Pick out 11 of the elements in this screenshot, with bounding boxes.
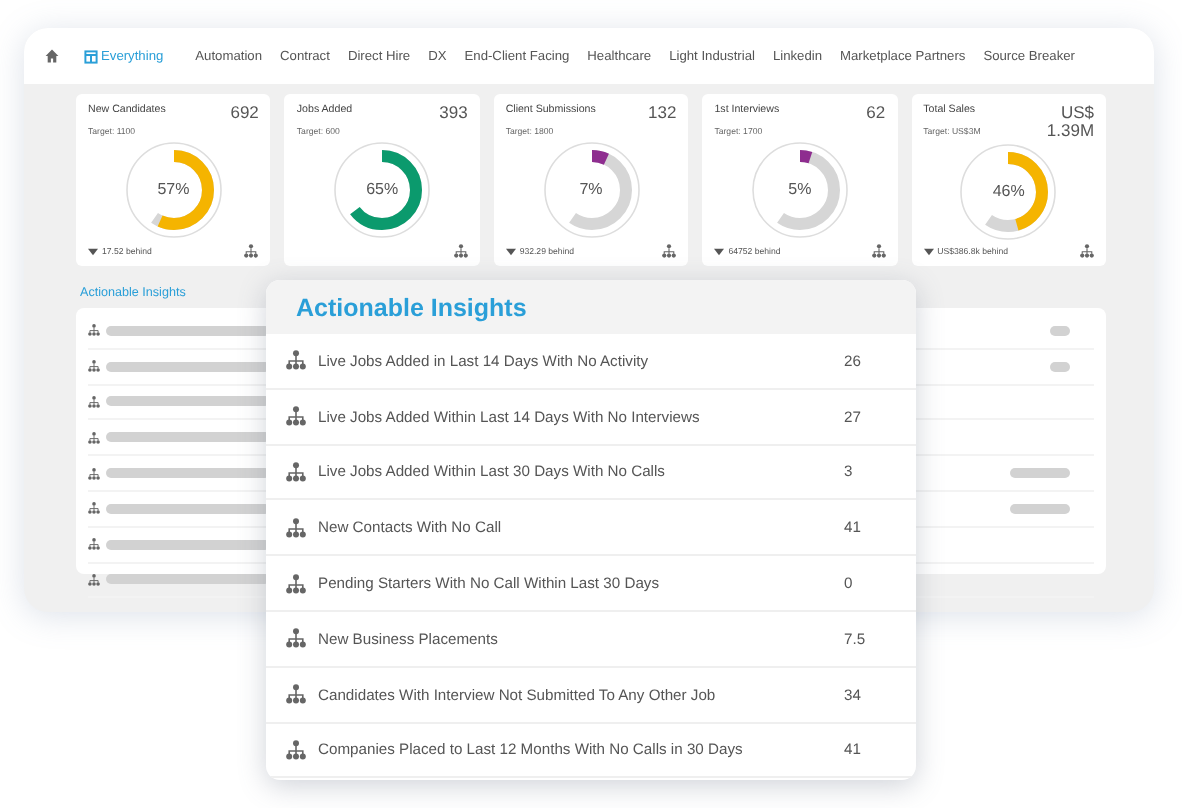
kpi-value: 692 — [230, 104, 259, 121]
kpi-value: 393 — [439, 104, 468, 121]
kpi-value: US$ 1.39M — [1044, 104, 1095, 138]
percent-label: 65% — [364, 180, 401, 198]
percent-label: 7% — [577, 180, 605, 198]
percent-label: 46% — [990, 182, 1027, 200]
kpi-value: 62 — [866, 104, 886, 121]
popup-title: Actionable Insights — [296, 293, 527, 321]
percent-label: 57% — [155, 180, 192, 198]
kpi-value: 132 — [648, 104, 677, 121]
percent-label: 5% — [786, 180, 814, 198]
